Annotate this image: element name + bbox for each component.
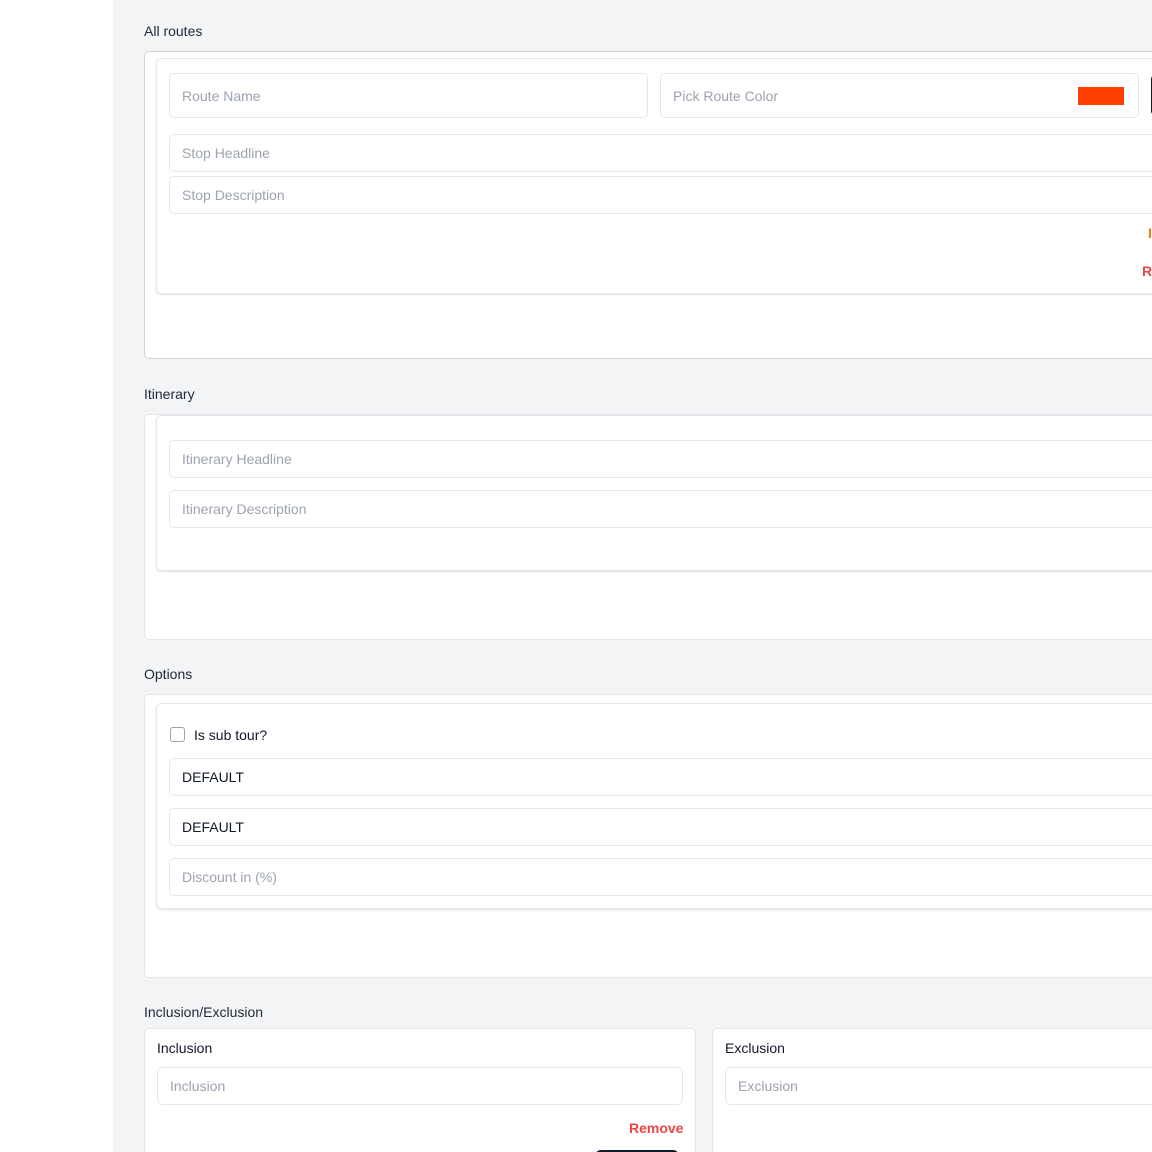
route-item-card: I R	[156, 58, 1152, 294]
itinerary-headline-input[interactable]	[169, 440, 1152, 478]
page-root: All routes I R Itinerary Options	[0, 0, 1152, 1152]
inclusion-exclusion-section-title: Inclusion/Exclusion	[144, 1004, 264, 1020]
stop-description-input[interactable]	[169, 176, 1152, 214]
inclusion-input[interactable]	[157, 1067, 683, 1105]
options-card: Is sub tour? DEFAULT DEFAULT	[144, 694, 1152, 978]
option-select-1-value: DEFAULT	[182, 769, 244, 785]
option-select-2-value: DEFAULT	[182, 819, 244, 835]
itinerary-item-card	[156, 415, 1152, 571]
exclusion-card: Exclusion	[712, 1028, 1152, 1152]
options-section-title: Options	[144, 666, 193, 682]
option-select-1[interactable]: DEFAULT	[169, 758, 1152, 796]
route-action-link[interactable]: I	[1148, 225, 1152, 241]
inclusion-heading: Inclusion	[157, 1040, 213, 1056]
route-name-input[interactable]	[169, 73, 648, 118]
routes-section-title: All routes	[144, 23, 203, 39]
main-content: All routes I R Itinerary Options	[113, 0, 1152, 1152]
stop-headline-input[interactable]	[169, 134, 1152, 172]
options-inner-card: Is sub tour? DEFAULT DEFAULT	[156, 703, 1152, 909]
itinerary-description-input[interactable]	[169, 490, 1152, 528]
route-color-swatch[interactable]	[1078, 87, 1124, 105]
exclusion-input[interactable]	[725, 1067, 1152, 1105]
route-remove-link[interactable]: R	[1142, 263, 1152, 279]
inclusion-remove-button[interactable]: Remove	[629, 1120, 683, 1136]
option-select-2[interactable]: DEFAULT	[169, 808, 1152, 846]
itinerary-section-title: Itinerary	[144, 386, 195, 402]
sub-tour-checkbox[interactable]	[170, 727, 185, 742]
inclusion-card: Inclusion Remove	[144, 1028, 696, 1152]
exclusion-heading: Exclusion	[725, 1040, 785, 1056]
discount-input[interactable]	[169, 858, 1152, 896]
sidebar	[0, 0, 114, 1152]
itinerary-card	[144, 414, 1152, 640]
routes-card: I R	[144, 51, 1152, 359]
route-color-input[interactable]	[660, 73, 1139, 118]
sub-tour-label: Is sub tour?	[194, 727, 268, 743]
